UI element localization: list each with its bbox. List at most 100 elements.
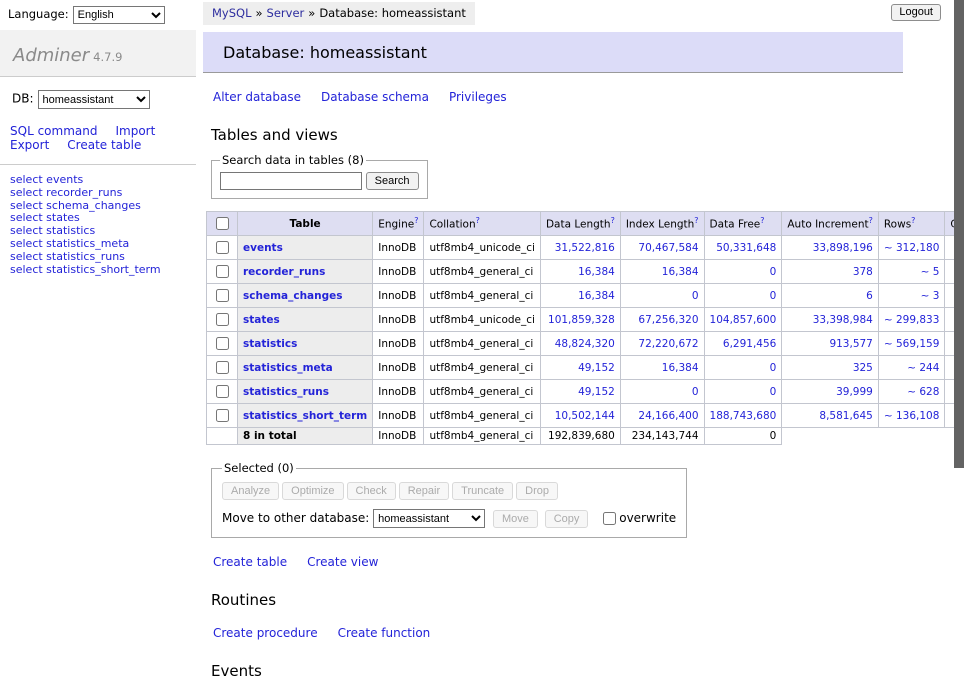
cell-auto-increment[interactable]: 39,999 bbox=[782, 380, 879, 404]
search-input[interactable] bbox=[220, 172, 362, 190]
row-checkbox[interactable] bbox=[216, 409, 229, 422]
cell-data-length[interactable]: 10,502,144 bbox=[540, 404, 620, 428]
help-link[interactable]: ? bbox=[414, 216, 418, 225]
breadcrumb-mysql-link[interactable]: MySQL bbox=[212, 6, 252, 20]
help-link[interactable]: ? bbox=[869, 216, 873, 225]
cell-data-length[interactable]: 49,152 bbox=[540, 356, 620, 380]
sidebar-item-select-statistics_runs[interactable]: select statistics_runs bbox=[10, 251, 196, 264]
scrollbar-thumb[interactable] bbox=[954, 0, 964, 468]
table-link[interactable]: statistics_short_term bbox=[243, 410, 367, 422]
create-view-link[interactable]: Create view bbox=[307, 555, 378, 569]
check-button[interactable]: Check bbox=[347, 482, 396, 500]
sidebar-item-select-statistics_short_term[interactable]: select statistics_short_term bbox=[10, 264, 196, 277]
row-checkbox[interactable] bbox=[216, 361, 229, 374]
cell-rows[interactable]: ~ 299,833 bbox=[878, 308, 945, 332]
logout-button[interactable]: Logout bbox=[891, 4, 941, 21]
cell-rows[interactable]: ~ 5 bbox=[878, 260, 945, 284]
cell-auto-increment[interactable]: 33,898,196 bbox=[782, 236, 879, 260]
repair-button[interactable]: Repair bbox=[399, 482, 449, 500]
cell-data-length[interactable]: 16,384 bbox=[540, 284, 620, 308]
cell-index-length[interactable]: 16,384 bbox=[620, 356, 704, 380]
row-checkbox[interactable] bbox=[216, 385, 229, 398]
table-link[interactable]: recorder_runs bbox=[243, 266, 325, 278]
cell-auto-increment[interactable]: 378 bbox=[782, 260, 879, 284]
row-checkbox[interactable] bbox=[216, 265, 229, 278]
row-checkbox[interactable] bbox=[216, 241, 229, 254]
table-link[interactable]: statistics bbox=[243, 338, 297, 350]
cell-index-length[interactable]: 0 bbox=[620, 284, 704, 308]
table-link[interactable]: states bbox=[243, 314, 280, 326]
db-select[interactable]: homeassistant bbox=[38, 90, 150, 109]
cell-auto-increment[interactable]: 33,398,984 bbox=[782, 308, 879, 332]
cell-data-length[interactable]: 49,152 bbox=[540, 380, 620, 404]
sidebar-item-select-recorder_runs[interactable]: select recorder_runs bbox=[10, 187, 196, 200]
cell-data-length[interactable]: 48,824,320 bbox=[540, 332, 620, 356]
cell-data-free[interactable]: 188,743,680 bbox=[704, 404, 782, 428]
cell-data-free[interactable]: 0 bbox=[704, 260, 782, 284]
cell-data-free[interactable]: 6,291,456 bbox=[704, 332, 782, 356]
select-all-checkbox[interactable] bbox=[216, 217, 229, 230]
cell-index-length[interactable]: 24,166,400 bbox=[620, 404, 704, 428]
move-button[interactable]: Move bbox=[493, 510, 538, 528]
sidebar-item-select-events[interactable]: select events bbox=[10, 174, 196, 187]
cell-collation: utf8mb4_general_ci bbox=[424, 260, 540, 284]
cell-data-length[interactable]: 101,859,328 bbox=[540, 308, 620, 332]
cell-rows[interactable]: ~ 628 bbox=[878, 380, 945, 404]
cell-rows[interactable]: ~ 244 bbox=[878, 356, 945, 380]
help-link[interactable]: ? bbox=[694, 216, 698, 225]
sidebar-action-create-table[interactable]: Create table bbox=[67, 138, 141, 152]
cell-rows[interactable]: ~ 569,159 bbox=[878, 332, 945, 356]
cell-data-length[interactable]: 31,522,816 bbox=[540, 236, 620, 260]
sidebar-item-select-statistics_meta[interactable]: select statistics_meta bbox=[10, 238, 196, 251]
search-button[interactable]: Search bbox=[366, 172, 419, 190]
privileges-link[interactable]: Privileges bbox=[449, 90, 507, 104]
cell-index-length[interactable]: 67,256,320 bbox=[620, 308, 704, 332]
create-procedure-link[interactable]: Create procedure bbox=[213, 626, 318, 640]
cell-index-length[interactable]: 0 bbox=[620, 380, 704, 404]
row-checkbox[interactable] bbox=[216, 313, 229, 326]
row-checkbox-cell bbox=[207, 308, 238, 332]
breadcrumb-server-link[interactable]: Server bbox=[267, 6, 305, 20]
create-table-link[interactable]: Create table bbox=[213, 555, 287, 569]
sidebar-action-sql-command[interactable]: SQL command bbox=[10, 124, 97, 138]
cell-data-free[interactable]: 0 bbox=[704, 356, 782, 380]
overwrite-checkbox[interactable] bbox=[603, 512, 616, 525]
table-link[interactable]: events bbox=[243, 242, 283, 254]
copy-button[interactable]: Copy bbox=[545, 510, 589, 528]
table-link[interactable]: statistics_meta bbox=[243, 362, 333, 374]
cell-auto-increment[interactable]: 913,577 bbox=[782, 332, 879, 356]
cell-data-free[interactable]: 104,857,600 bbox=[704, 308, 782, 332]
cell-collation: utf8mb4_unicode_ci bbox=[424, 308, 540, 332]
cell-auto-increment[interactable]: 6 bbox=[782, 284, 879, 308]
cell-index-length[interactable]: 16,384 bbox=[620, 260, 704, 284]
cell-rows[interactable]: ~ 136,108 bbox=[878, 404, 945, 428]
cell-index-length[interactable]: 70,467,584 bbox=[620, 236, 704, 260]
sidebar-action-export[interactable]: Export bbox=[10, 138, 49, 152]
drop-button[interactable]: Drop bbox=[516, 482, 558, 500]
analyze-button[interactable]: Analyze bbox=[222, 482, 279, 500]
help-link[interactable]: ? bbox=[611, 216, 615, 225]
row-checkbox[interactable] bbox=[216, 289, 229, 302]
create-function-link[interactable]: Create function bbox=[338, 626, 431, 640]
help-link[interactable]: ? bbox=[476, 216, 480, 225]
cell-data-free[interactable]: 50,331,648 bbox=[704, 236, 782, 260]
cell-rows[interactable]: ~ 312,180 bbox=[878, 236, 945, 260]
cell-data-free[interactable]: 0 bbox=[704, 284, 782, 308]
truncate-button[interactable]: Truncate bbox=[452, 482, 513, 500]
cell-data-length[interactable]: 16,384 bbox=[540, 260, 620, 284]
help-link[interactable]: ? bbox=[760, 216, 764, 225]
optimize-button[interactable]: Optimize bbox=[282, 482, 343, 500]
sidebar-action-import[interactable]: Import bbox=[115, 124, 155, 138]
row-checkbox[interactable] bbox=[216, 337, 229, 350]
alter-database-link[interactable]: Alter database bbox=[213, 90, 301, 104]
cell-rows[interactable]: ~ 3 bbox=[878, 284, 945, 308]
table-link[interactable]: statistics_runs bbox=[243, 386, 329, 398]
database-schema-link[interactable]: Database schema bbox=[321, 90, 429, 104]
cell-index-length[interactable]: 72,220,672 bbox=[620, 332, 704, 356]
cell-auto-increment[interactable]: 325 bbox=[782, 356, 879, 380]
move-db-select[interactable]: homeassistant bbox=[373, 509, 485, 528]
cell-auto-increment[interactable]: 8,581,645 bbox=[782, 404, 879, 428]
help-link[interactable]: ? bbox=[911, 216, 915, 225]
cell-data-free[interactable]: 0 bbox=[704, 380, 782, 404]
table-link[interactable]: schema_changes bbox=[243, 290, 343, 302]
